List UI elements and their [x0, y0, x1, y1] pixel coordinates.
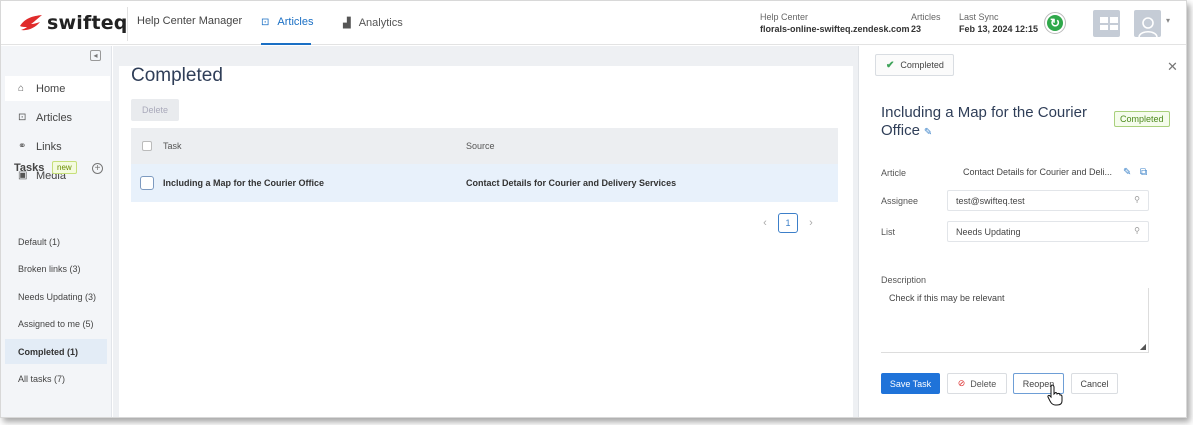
logo-text: swifteq: [47, 12, 128, 34]
apps-grid-button[interactable]: [1093, 10, 1120, 37]
user-avatar-button[interactable]: [1134, 10, 1161, 37]
sidebar-item-home[interactable]: ⌂ Home: [5, 76, 110, 101]
sidebar-item-label: Links: [36, 140, 62, 153]
analytics-icon: ▟: [343, 17, 351, 29]
divider: [127, 7, 128, 41]
swifteq-logo[interactable]: swifteq: [19, 11, 128, 35]
save-task-button[interactable]: Save Task: [881, 373, 940, 394]
cancel-button[interactable]: Cancel: [1071, 373, 1118, 394]
app-window: swifteq Help Center Manager ⊡ Articles ▟…: [0, 0, 1187, 418]
tasks-table: Task Source Including a Map for the Cour…: [131, 128, 838, 202]
grid-cell: [1100, 24, 1108, 30]
task-list-default[interactable]: Default (1): [5, 229, 107, 254]
help-center-info: Help Center florals-online-swifteq.zende…: [760, 11, 910, 35]
search-icon: ⚲: [1134, 226, 1140, 235]
assignee-field[interactable]: test@swifteq.test ⚲: [947, 190, 1149, 211]
close-icon[interactable]: ✕: [1167, 59, 1178, 75]
articles-count-info: Articles 23: [911, 11, 941, 35]
list-value: Needs Updating: [956, 226, 1021, 237]
task-list-needs-updating[interactable]: Needs Updating (3): [5, 284, 107, 309]
chevron-left-icon[interactable]: ‹: [757, 217, 773, 229]
row-checkbox[interactable]: [140, 176, 154, 190]
help-center-label: Help Center: [760, 12, 809, 22]
tab-articles-label: Articles: [277, 16, 314, 28]
description-value: Check if this may be relevant: [889, 293, 1005, 303]
tab-analytics-label: Analytics: [358, 17, 403, 29]
assignee-value: test@swifteq.test: [956, 195, 1025, 206]
status-chip-label: Completed: [900, 60, 944, 70]
swifteq-bird-icon: [20, 15, 42, 31]
task-list-assigned-to-me[interactable]: Assigned to me (5): [5, 311, 107, 336]
description-label: Description: [881, 275, 927, 285]
tab-analytics[interactable]: ▟ Analytics: [343, 1, 403, 45]
delete-task-button[interactable]: ⊘ Delete: [947, 373, 1007, 394]
collapse-sidebar-icon[interactable]: ◂: [90, 50, 101, 61]
link-icon: ⚭: [18, 141, 27, 152]
grid-cell: [1100, 17, 1108, 23]
sidebar-item-label: Articles: [36, 111, 73, 124]
task-list-broken-links[interactable]: Broken links (3): [5, 256, 107, 281]
help-center-value: florals-online-swifteq.zendesk.com: [760, 24, 910, 34]
chevron-right-icon[interactable]: ›: [803, 217, 819, 229]
delete-icon: ⊘: [957, 378, 966, 388]
chevron-down-icon[interactable]: ▾: [1166, 16, 1170, 25]
delete-task-label: Delete: [970, 378, 997, 389]
page-title: Completed: [131, 65, 223, 86]
list-field[interactable]: Needs Updating ⚲: [947, 221, 1149, 242]
sidebar-item-label: Home: [36, 82, 66, 95]
main-area: [113, 46, 858, 417]
sidebar-item-articles[interactable]: ⊡ Articles: [5, 105, 110, 130]
grid-cell: [1110, 24, 1118, 30]
task-list-completed[interactable]: Completed (1): [5, 339, 107, 364]
grid-cell: [1110, 17, 1118, 23]
resize-handle-icon[interactable]: ◢: [1140, 342, 1146, 351]
list-label: List: [881, 227, 896, 237]
table-row[interactable]: Including a Map for the Courier Office C…: [131, 164, 838, 202]
add-task-list-icon[interactable]: +: [92, 163, 103, 174]
app-title: Help Center Manager: [137, 15, 243, 27]
task-list-all-tasks[interactable]: All tasks (7): [5, 366, 107, 391]
task-title-text: Including a Map for the Courier Office: [881, 104, 1087, 139]
column-header-source[interactable]: Source: [466, 141, 838, 151]
new-badge: new: [52, 161, 77, 174]
top-bar: swifteq Help Center Manager ⊡ Articles ▟…: [1, 1, 1186, 45]
task-title: Including a Map for the Courier Office ✎: [881, 104, 1106, 142]
last-sync-value: Feb 13, 2024 12:15: [959, 24, 1039, 34]
last-sync-label: Last Sync: [959, 12, 999, 22]
home-icon: ⌂: [18, 83, 25, 94]
select-all-checkbox[interactable]: [142, 141, 152, 151]
tasks-heading: Tasks: [14, 162, 45, 174]
edit-article-icon[interactable]: ✎: [1123, 167, 1131, 178]
user-icon: [1137, 17, 1158, 37]
pagination: ‹ 1 ›: [757, 213, 819, 233]
sync-icon: ↻: [1047, 15, 1063, 31]
status-badge: Completed: [1114, 111, 1170, 127]
articles-count-value: 23: [911, 24, 922, 34]
main-card: [119, 66, 853, 417]
article-icon: ⊡: [18, 112, 27, 123]
articles-icon: ⊡: [261, 16, 270, 28]
row-source[interactable]: Contact Details for Courier and Delivery…: [466, 178, 838, 188]
article-value[interactable]: Contact Details for Courier and Deli...: [963, 167, 1121, 177]
hand-cursor-icon: [1047, 384, 1063, 406]
status-chip[interactable]: ✔ Completed: [875, 54, 954, 76]
check-icon: ✔: [886, 59, 895, 71]
sidebar-item-links[interactable]: ⚭ Links: [5, 134, 110, 159]
row-task[interactable]: Including a Map for the Courier Office: [163, 178, 466, 188]
column-header-task[interactable]: Task: [163, 141, 466, 151]
search-icon: ⚲: [1134, 195, 1140, 204]
last-sync-info: Last Sync Feb 13, 2024 12:15: [959, 11, 1038, 35]
edit-icon[interactable]: ✎: [924, 127, 932, 138]
delete-button[interactable]: Delete: [131, 99, 179, 121]
tab-articles[interactable]: ⊡ Articles: [261, 1, 314, 45]
assignee-label: Assignee: [881, 196, 919, 206]
sync-button[interactable]: ↻: [1044, 12, 1066, 34]
article-label: Article: [881, 168, 907, 178]
table-header: Task Source: [131, 128, 838, 164]
page-number[interactable]: 1: [778, 213, 798, 233]
description-textarea[interactable]: Check if this may be relevant ◢: [881, 288, 1149, 353]
external-link-icon[interactable]: ⧉: [1140, 167, 1147, 178]
articles-count-label: Articles: [911, 12, 941, 22]
